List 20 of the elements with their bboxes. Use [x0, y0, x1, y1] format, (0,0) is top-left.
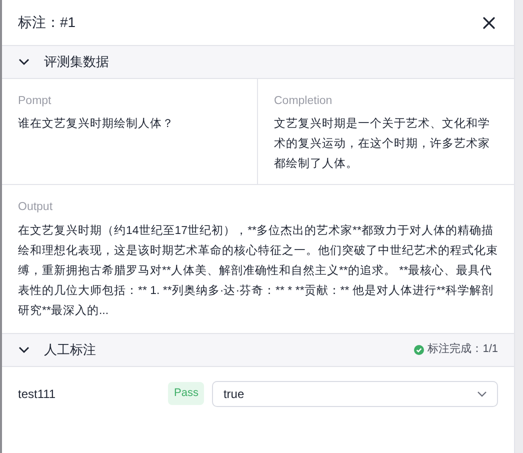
chevron-icon	[18, 346, 30, 354]
field-label: Completion	[274, 94, 334, 109]
chevron-icon	[18, 58, 30, 66]
field-value: 在文艺复兴时期（约14世纪至17世纪初），**多位杰出的艺术家**都致力于对人体的精确描绘和理想化表现，这是该时期艺术革命的核心特征之一。他们突破了中世纪艺术的程式化束缚，重新拥抱古希腊罗马对**人体美、解剖准确性和自然主义**的追求。 **最核心、最具代表性的几位大师包括：** 1. **列奥纳多·达·芬奇：** * **贡献：** 他是对人体进行**科学解剖研究**最深入的...	[18, 223, 498, 318]
close-icon	[482, 16, 496, 30]
field-label: Output	[18, 200, 54, 216]
check-circle-icon	[414, 344, 424, 354]
section-title: 人工标注	[44, 340, 96, 359]
annotation-name: test111	[18, 386, 57, 402]
collapse-toggle[interactable]	[18, 58, 30, 66]
field-label: Pompt	[18, 94, 52, 109]
field-value: 文艺复兴时期是一个关于艺术、文化和学术的复兴运动，在这个时期，许多艺术家都绘制了人体。	[274, 116, 491, 172]
caret-icon	[477, 390, 487, 396]
field-value: 谁在文艺复兴时期绘制人体？	[18, 116, 175, 132]
completion-status: 标注完成：1/1	[428, 342, 498, 358]
drawer-title: 标注：#1	[18, 13, 76, 32]
section-title: 评测集数据	[44, 53, 109, 72]
collapse-toggle[interactable]	[18, 346, 30, 354]
value-select[interactable]: true	[212, 380, 498, 406]
pass-tag: Pass	[168, 382, 204, 405]
